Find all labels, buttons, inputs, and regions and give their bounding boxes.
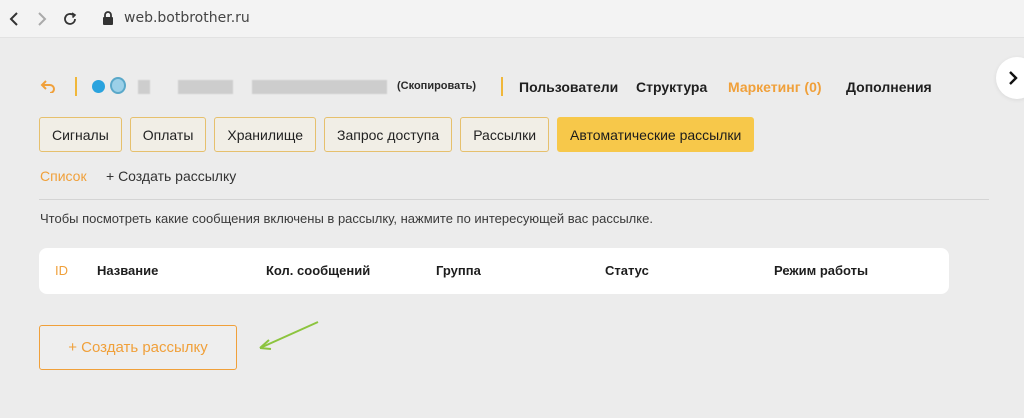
marketing-tabs: Сигналы Оплаты Хранилище Запрос доступа … (39, 117, 755, 152)
tab-payments[interactable]: Оплаты (129, 117, 207, 152)
expand-sidebar-button[interactable] (996, 57, 1024, 99)
subnav-create-mailing[interactable]: + Создать рассылку (106, 168, 236, 184)
nav-users[interactable]: Пользователи (519, 79, 618, 95)
chevron-right-icon (1009, 71, 1018, 85)
section-divider (39, 199, 989, 200)
header-divider (501, 77, 503, 96)
subnav-list[interactable]: Список (40, 168, 87, 184)
column-header-status[interactable]: Статус (605, 263, 649, 278)
nav-structure[interactable]: Структура (636, 79, 707, 95)
bot-avatar (110, 77, 126, 94)
nav-addons[interactable]: Дополнения (846, 79, 932, 95)
forward-arrow-icon[interactable] (32, 9, 52, 29)
tab-access-request[interactable]: Запрос доступа (324, 117, 453, 152)
column-header-name[interactable]: Название (97, 263, 158, 278)
tab-signals[interactable]: Сигналы (39, 117, 122, 152)
mailings-table: ID Название Кол. сообщений Группа Статус… (39, 248, 949, 294)
annotation-arrow-icon (252, 318, 324, 359)
column-header-id[interactable]: ID (55, 263, 68, 278)
reload-icon[interactable] (60, 9, 80, 29)
column-header-group[interactable]: Группа (436, 263, 481, 278)
header-divider (75, 77, 77, 96)
redacted-text (138, 80, 150, 94)
back-arrow-icon[interactable] (4, 9, 24, 29)
address-bar-url[interactable]: web.botbrother.ru (124, 10, 250, 26)
undo-arrow-icon[interactable] (40, 80, 56, 98)
tab-auto-mailings[interactable]: Автоматические рассылки (557, 117, 755, 152)
tab-storage[interactable]: Хранилище (214, 117, 316, 152)
tab-mailings[interactable]: Рассылки (460, 117, 550, 152)
column-header-message-count[interactable]: Кол. сообщений (266, 263, 370, 278)
browser-toolbar: web.botbrother.ru (0, 0, 1024, 38)
hint-text: Чтобы посмотреть какие сообщения включен… (40, 211, 653, 226)
create-mailing-button[interactable]: + Создать рассылку (39, 325, 237, 370)
nav-marketing[interactable]: Маркетинг (0) (728, 79, 822, 95)
redacted-text (178, 80, 233, 94)
column-header-mode[interactable]: Режим работы (774, 263, 868, 278)
telegram-icon (92, 80, 105, 93)
lock-icon (102, 10, 114, 31)
redacted-text (252, 80, 387, 94)
copy-link[interactable]: (Скопировать) (397, 80, 476, 92)
